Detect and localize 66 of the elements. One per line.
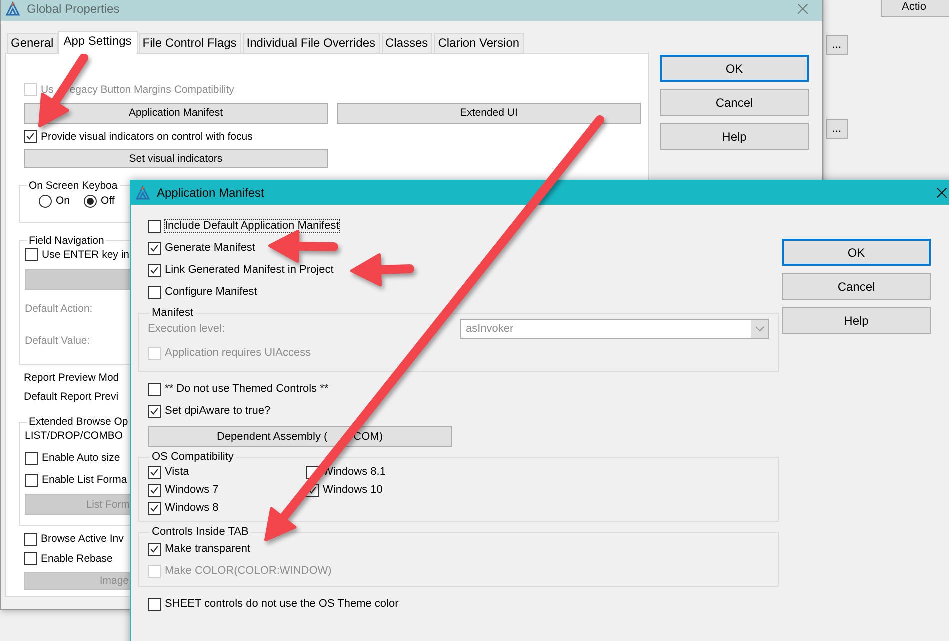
checkbox[interactable]: Generate Manifest [148, 237, 256, 259]
label: Default Value: [25, 334, 90, 349]
checkbox[interactable]: Enable Auto size [25, 450, 120, 466]
dialog-button[interactable]: Help [660, 123, 809, 150]
browse-button[interactable]: ... [826, 35, 848, 55]
button[interactable]: Application Manifest [24, 102, 328, 124]
group-title: Extended Browse Op [28, 416, 130, 428]
checkmark-icon [149, 264, 160, 276]
tab[interactable]: Classes [382, 33, 432, 53]
checkmark-icon [149, 544, 160, 554]
tab[interactable]: File Control Flags [138, 33, 241, 53]
checkbox[interactable]: Windows 8 [148, 499, 219, 517]
checkbox[interactable]: Link Generated Manifest in Project [148, 259, 334, 281]
dialog-button[interactable]: Cancel [782, 273, 931, 300]
checkbox[interactable]: ** Do not use Themed Controls ** [148, 378, 329, 400]
dialog-button[interactable]: OK [782, 239, 931, 266]
tab[interactable]: Individual File Overrides [242, 33, 380, 53]
tab[interactable]: Clarion Version [434, 33, 524, 53]
checkmark-icon [25, 131, 36, 142]
group-title: On Screen Keyboa [28, 180, 119, 192]
checkbox[interactable]: Browse Active Inv [24, 532, 124, 546]
checkmark-icon [149, 406, 160, 416]
action-button[interactable]: Actio [881, 0, 949, 17]
tab[interactable]: App Settings [58, 31, 138, 54]
checkbox[interactable]: Make transparent [148, 538, 251, 560]
checkbox[interactable]: Provide visual indicators on control with focus [24, 130, 253, 144]
checkmark-icon [149, 466, 160, 478]
checkbox[interactable]: Enable List Forma [25, 472, 128, 488]
label: Default Report Previ [24, 390, 119, 404]
dialog-button[interactable]: Help [782, 307, 931, 334]
window-title: Global Properties [27, 2, 121, 16]
chevron-down-icon [754, 326, 764, 332]
checkmark-icon [149, 242, 160, 254]
window-title: Application Manifest [157, 186, 266, 200]
group-title: OS Compatibility [151, 451, 235, 463]
button[interactable]: Extended UI [337, 102, 641, 124]
checkbox[interactable]: Configure Manifest [148, 281, 258, 303]
label: Default Action: [25, 302, 93, 317]
label: Report Preview Mod [24, 370, 120, 385]
group-title: Controls Inside TAB [151, 526, 250, 538]
checkmark-icon [307, 484, 318, 496]
checkbox[interactable]: Include Default Application Manifest [148, 215, 340, 237]
checkbox[interactable]: Enable Rebase [24, 552, 113, 566]
checkmark-icon [149, 502, 160, 514]
checkbox[interactable]: SHEET controls do not use the OS Theme color [148, 593, 399, 615]
button[interactable]: Set visual indicators [24, 149, 328, 168]
checkbox[interactable]: Vista [148, 463, 190, 481]
triangle-logo-icon [135, 185, 151, 201]
checkbox[interactable]: Use ENTER key in [25, 246, 130, 263]
triangle-logo-icon [5, 1, 21, 17]
group-title: Field Navigation [28, 234, 106, 247]
checkmark-icon [149, 484, 160, 496]
radio-button[interactable]: On [39, 194, 70, 208]
tab[interactable]: General [7, 33, 58, 53]
label: LIST/DROP/COMBO [25, 429, 124, 444]
checkbox[interactable]: Windows 7 [148, 481, 219, 499]
checkbox[interactable]: Windows 10 [306, 481, 383, 499]
group-title: Manifest [151, 307, 195, 319]
dialog-button[interactable]: OK [660, 55, 809, 82]
dialog-button[interactable]: Cancel [660, 89, 809, 116]
label: Execution level: [148, 323, 226, 335]
radio-button[interactable]: Off [84, 194, 115, 208]
browse-button[interactable]: ... [826, 119, 848, 139]
close-icon[interactable] [937, 188, 947, 198]
checkbox[interactable]: Set dpiAware to true? [148, 400, 271, 422]
button[interactable]: Dependent Assembly ( COM) [148, 426, 452, 447]
